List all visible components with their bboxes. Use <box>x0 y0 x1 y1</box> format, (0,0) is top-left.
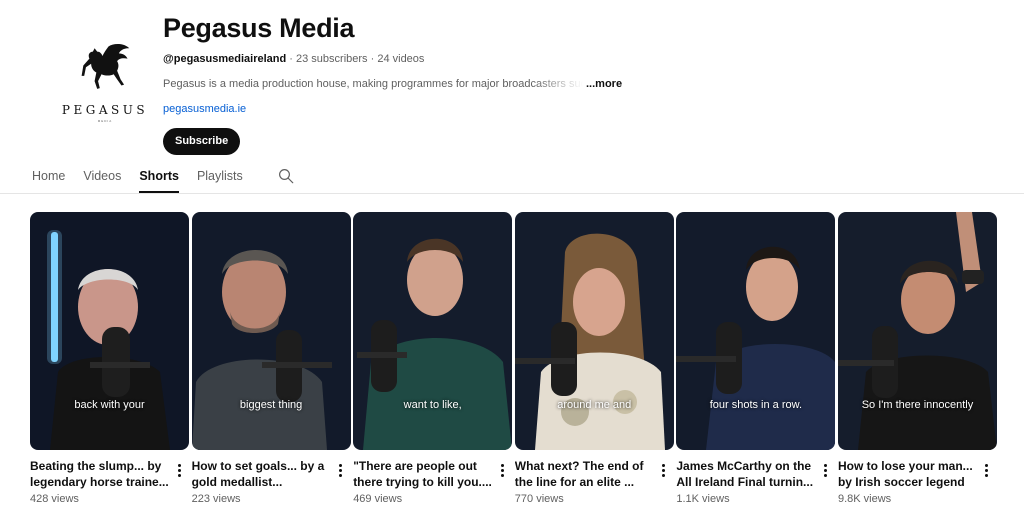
short-title[interactable]: James McCarthy on the All Ireland Final … <box>676 458 816 490</box>
short-caption: around me and <box>557 399 632 411</box>
short-caption: four shots in a row. <box>709 399 803 411</box>
meta-separator: · <box>286 53 296 65</box>
subscriber-count: 23 subscribers <box>296 53 368 65</box>
channel-handle: @pegasusmediaireland <box>163 53 287 65</box>
short-thumbnail[interactable]: So I'm there innocently <box>837 212 997 450</box>
logo-wordmark: PEGASUS <box>61 103 149 117</box>
short-title[interactable]: "There are people out there trying to ki… <box>353 458 493 490</box>
video-count: 24 videos <box>377 53 425 65</box>
more-link[interactable]: ...more <box>586 78 622 90</box>
short-title[interactable]: Beating the slump... by legendary horse … <box>30 458 170 490</box>
more-options-icon[interactable] <box>335 460 347 480</box>
channel-header: Pegasus Media @pegasusmediaireland · 23 … <box>163 12 863 155</box>
short-title[interactable]: How to set goals... by a gold medallist.… <box>192 458 332 490</box>
meta-separator: · <box>367 53 378 65</box>
tabs-divider <box>0 193 1024 194</box>
more-options-icon[interactable] <box>173 460 185 480</box>
short-title[interactable]: What next? The end of the line for an el… <box>515 458 655 490</box>
more-options-icon[interactable] <box>981 460 993 480</box>
channel-website-link[interactable]: pegasusmedia.ie <box>163 103 246 115</box>
short-caption: want to like, <box>403 399 462 411</box>
short-thumbnail[interactable]: four shots in a row. <box>676 212 836 450</box>
more-options-icon[interactable] <box>819 460 831 480</box>
short-views: 1.1K views <box>676 493 730 505</box>
short-thumbnail[interactable]: around me and <box>514 212 674 450</box>
description-text: Pegasus is a media production house, mak… <box>163 78 583 90</box>
channel-avatar: PEGASUS MEDIA <box>30 14 180 144</box>
channel-title: Pegasus Media <box>163 13 355 43</box>
short-thumbnail[interactable]: back with your <box>30 212 189 450</box>
short-title[interactable]: How to lose your man... by Irish soccer … <box>838 458 978 490</box>
shorts-grid: back with your Beating the slump... by l… <box>30 212 1000 505</box>
short-thumbnail[interactable]: biggest thing <box>191 212 351 450</box>
short-views: 9.8K views <box>837 493 892 505</box>
channel-tabs: Home Videos Shorts Playlists <box>32 166 295 193</box>
short-card: back with your Beating the slump... by l… <box>30 212 189 505</box>
subscribe-button[interactable]: Subscribe <box>163 128 241 155</box>
short-caption: biggest thing <box>239 399 303 411</box>
short-card: want to like, "There are people out ther… <box>353 212 513 505</box>
short-caption: back with your <box>74 399 145 411</box>
short-card: around me and What next? The end of the … <box>514 212 674 505</box>
short-views: 223 views <box>191 493 241 505</box>
short-caption: So I'm there innocently <box>861 399 974 411</box>
channel-meta: @pegasusmediaireland · 23 subscribers · … <box>163 53 863 65</box>
short-views: 469 views <box>353 493 403 505</box>
channel-description[interactable]: Pegasus is a media production house, mak… <box>163 78 863 90</box>
pegasus-logo-icon <box>81 44 130 89</box>
tab-playlists[interactable]: Playlists <box>197 166 243 193</box>
tab-home[interactable]: Home <box>32 166 65 193</box>
more-options-icon[interactable] <box>658 460 670 480</box>
short-thumbnail[interactable]: want to like, <box>353 212 513 450</box>
short-views: 428 views <box>30 493 79 505</box>
tab-videos[interactable]: Videos <box>83 166 121 193</box>
short-card: biggest thing How to set goals... by a g… <box>191 212 351 505</box>
logo-subtext: MEDIA <box>97 119 113 123</box>
search-icon[interactable] <box>277 167 295 185</box>
short-card: four shots in a row. James McCarthy on t… <box>676 212 836 505</box>
short-views: 770 views <box>514 493 564 505</box>
short-card: So I'm there innocently How to lose your… <box>837 212 997 505</box>
more-options-icon[interactable] <box>496 460 508 480</box>
tab-shorts[interactable]: Shorts <box>139 166 179 193</box>
